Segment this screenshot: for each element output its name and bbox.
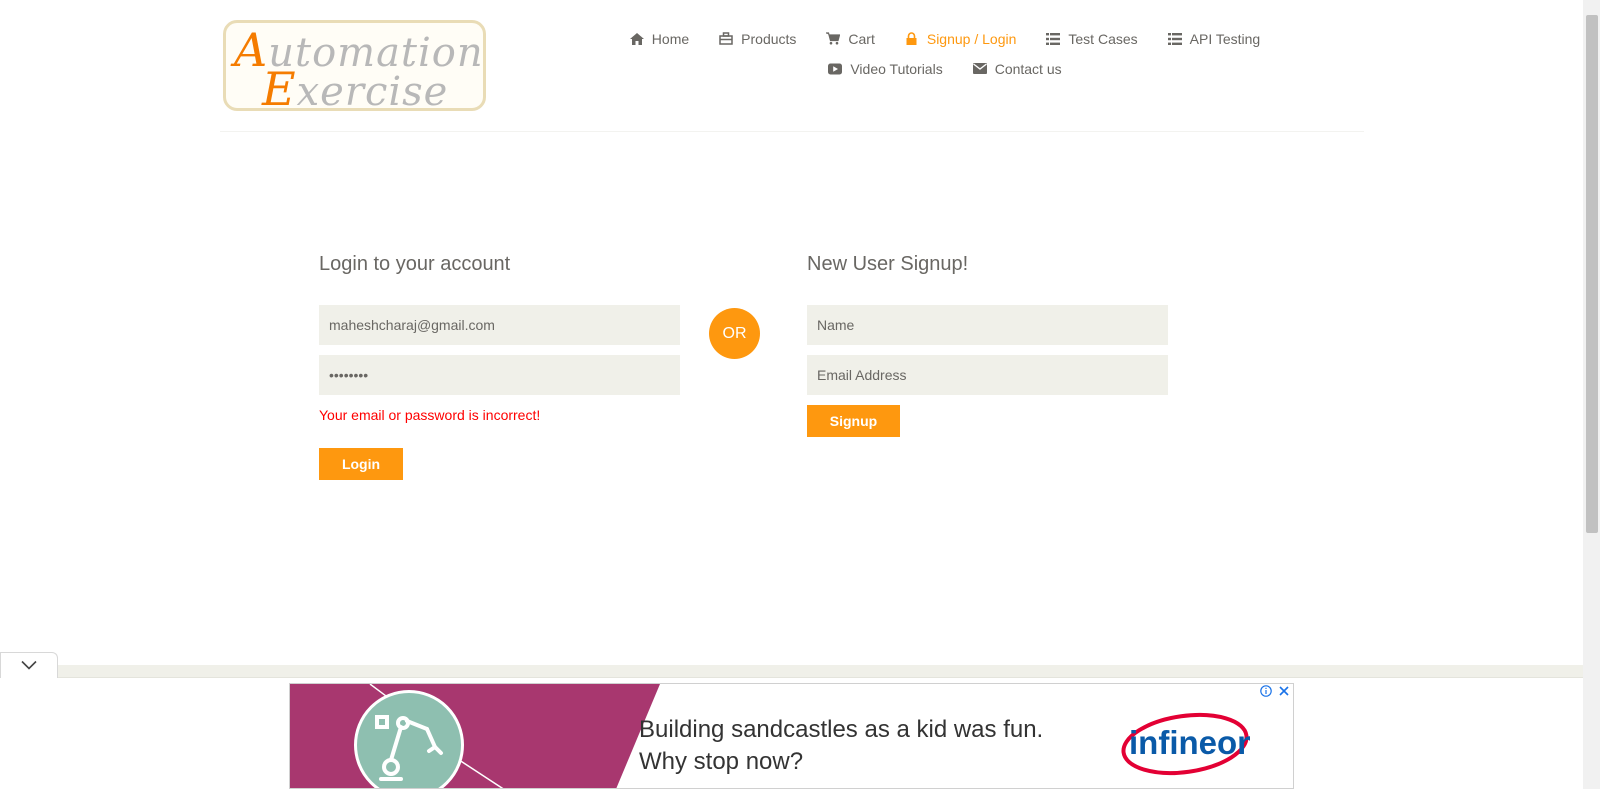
products-icon bbox=[719, 32, 733, 46]
signup-name-input[interactable] bbox=[807, 305, 1168, 345]
scrollbar-thumb[interactable] bbox=[1586, 15, 1598, 533]
signup-email-input[interactable] bbox=[807, 355, 1168, 395]
infineon-wordmark: infineon bbox=[1129, 724, 1250, 761]
chevron-down-icon bbox=[21, 657, 37, 675]
nav-contact-us-label: Contact us bbox=[994, 60, 1062, 77]
nav-api-testing-label: API Testing bbox=[1189, 30, 1261, 47]
login-error-message: Your email or password is incorrect! bbox=[319, 407, 541, 423]
nav-home[interactable]: Home bbox=[615, 28, 704, 49]
or-divider: OR bbox=[709, 308, 760, 359]
robot-arm-icon bbox=[354, 690, 464, 788]
nav-video-tutorials-label: Video Tutorials bbox=[850, 60, 943, 77]
cart-icon bbox=[826, 32, 841, 46]
footer-band bbox=[0, 665, 1583, 677]
ad-line-art bbox=[369, 684, 506, 788]
ad-headline: Building sandcastles as a kid was fun. W… bbox=[639, 714, 1043, 778]
nav-cart-label: Cart bbox=[848, 30, 875, 47]
site-logo[interactable]: Automation Exercise bbox=[223, 20, 486, 112]
logo-text-exercise: xercise bbox=[296, 69, 449, 115]
login-password-input[interactable] bbox=[319, 355, 680, 395]
lock-icon bbox=[905, 32, 919, 46]
ad-line-2: Why stop now? bbox=[639, 748, 804, 775]
ad-controls bbox=[1259, 684, 1291, 698]
logo-line-2: Exercise bbox=[262, 66, 448, 112]
envelope-icon bbox=[972, 62, 987, 76]
ad-line-1: Building sandcastles as a kid was fun. bbox=[639, 716, 1044, 743]
collapse-ad-button[interactable] bbox=[0, 652, 58, 678]
nav-row-2: Video Tutorials Contact us bbox=[600, 58, 1290, 79]
nav-test-cases[interactable]: Test Cases bbox=[1031, 28, 1152, 49]
list-icon bbox=[1167, 32, 1182, 46]
info-icon[interactable] bbox=[1259, 684, 1273, 698]
nav-cart[interactable]: Cart bbox=[811, 28, 889, 49]
youtube-icon bbox=[828, 62, 843, 76]
footer-edge bbox=[0, 677, 1583, 678]
nav-products-label: Products bbox=[741, 30, 797, 47]
nav-home-label: Home bbox=[651, 30, 690, 47]
nav-video-tutorials[interactable]: Video Tutorials bbox=[813, 58, 957, 79]
login-title: Login to your account bbox=[319, 253, 511, 275]
nav-row-1: Home Products Cart Signup / Login Test C… bbox=[600, 28, 1290, 49]
login-button[interactable]: Login bbox=[319, 448, 403, 480]
nav-signup-login[interactable]: Signup / Login bbox=[890, 28, 1032, 49]
page-scrollbar[interactable] bbox=[1583, 0, 1600, 789]
infineon-logo: infineon bbox=[1120, 710, 1257, 776]
main-nav: Home Products Cart Signup / Login Test C… bbox=[600, 28, 1290, 79]
nav-api-testing[interactable]: API Testing bbox=[1153, 28, 1276, 49]
header-divider bbox=[220, 131, 1364, 132]
signup-button[interactable]: Signup bbox=[807, 405, 900, 437]
login-email-input[interactable] bbox=[319, 305, 680, 345]
signup-title: New User Signup! bbox=[807, 253, 969, 275]
nav-products[interactable]: Products bbox=[704, 28, 811, 49]
ad-banner[interactable]: Building sandcastles as a kid was fun. W… bbox=[289, 683, 1294, 789]
nav-signup-login-label: Signup / Login bbox=[926, 30, 1017, 47]
logo-cap-e: E bbox=[262, 62, 297, 116]
home-icon bbox=[629, 32, 644, 46]
list-icon bbox=[1046, 32, 1061, 46]
close-icon[interactable] bbox=[1277, 684, 1291, 698]
ad-image-panel bbox=[290, 684, 660, 788]
nav-contact-us[interactable]: Contact us bbox=[958, 58, 1077, 79]
nav-test-cases-label: Test Cases bbox=[1068, 30, 1138, 47]
